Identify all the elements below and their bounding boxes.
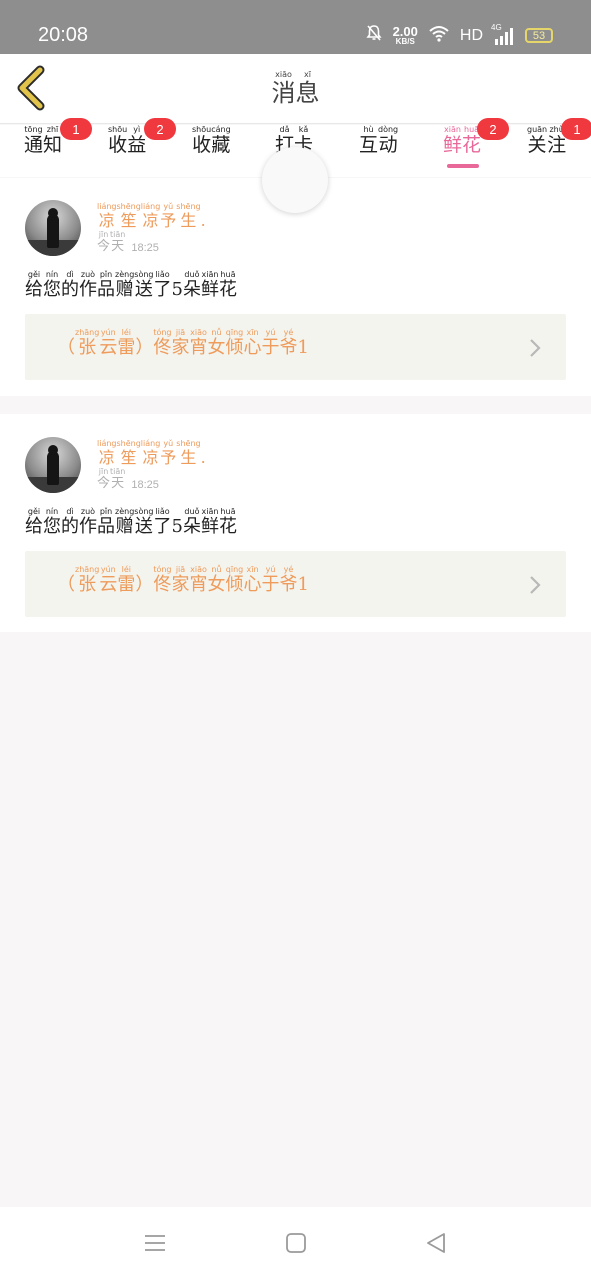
system-nav-bar bbox=[0, 1207, 591, 1280]
tab-badge: 2 bbox=[477, 118, 509, 140]
sender-name[interactable]: 凉liáng笙shēng凉liáng予yǔ生shēng. bbox=[97, 202, 206, 231]
tab-favorite[interactable]: 收shōu藏cáng bbox=[192, 125, 231, 177]
back-triangle-icon[interactable] bbox=[424, 1231, 448, 1255]
work-title: （ 张zhāng云yún雷léi） 佟tóng家jiā宵xiāo女nǚ倾qīng… bbox=[57, 328, 309, 359]
page-title-text: 消xiāo息xī bbox=[271, 70, 320, 108]
tab-follow[interactable]: 关guān注zhù 1 bbox=[527, 118, 591, 177]
message-text: 给gěi您nín的dì作zuò品pǐn赠zèng送sòng了liǎo5 朵duǒ… bbox=[25, 270, 237, 301]
message-time: 18:25 bbox=[131, 479, 159, 491]
avatar[interactable] bbox=[25, 437, 81, 493]
menu-icon[interactable] bbox=[143, 1231, 167, 1255]
floating-button[interactable] bbox=[262, 147, 328, 213]
tab-badge: 1 bbox=[561, 118, 591, 140]
tab-badge: 2 bbox=[144, 118, 176, 140]
home-square-icon[interactable] bbox=[284, 1231, 308, 1255]
tab-badge: 1 bbox=[60, 118, 92, 140]
tab-notice[interactable]: 通tōng知zhī 1 bbox=[24, 118, 92, 177]
battery-level: 53 bbox=[532, 29, 546, 42]
battery-icon: 53 bbox=[525, 28, 553, 43]
message-date: 今jīn天tiān bbox=[97, 467, 126, 492]
tab-income[interactable]: 收shōu益yì 2 bbox=[108, 118, 176, 177]
tab-label: 通tōng知zhī bbox=[24, 125, 63, 157]
page-header: 消xiāo息xī bbox=[0, 54, 591, 124]
sender-name[interactable]: 凉liáng笙shēng凉liáng予yǔ生shēng. bbox=[97, 439, 206, 468]
message-date: 今jīn天tiān bbox=[97, 230, 126, 255]
chevron-right-icon bbox=[530, 576, 541, 594]
message-datetime: 今jīn天tiān 18:25 bbox=[97, 230, 159, 255]
work-link[interactable]: （ 张zhāng云yún雷léi） 佟tóng家jiā宵xiāo女nǚ倾qīng… bbox=[25, 314, 566, 380]
tab-label: 收shōu藏cáng bbox=[192, 125, 231, 157]
network-type: 4G bbox=[491, 22, 502, 32]
hd-label: HD bbox=[459, 26, 483, 44]
list-item[interactable]: 凉liáng笙shēng凉liáng予yǔ生shēng. 今jīn天tiān 1… bbox=[0, 414, 591, 632]
page-title: 消xiāo息xī bbox=[0, 70, 591, 108]
wifi-icon bbox=[428, 24, 450, 47]
tab-label: 鲜xiān花huā bbox=[443, 125, 482, 157]
message-datetime: 今jīn天tiān 18:25 bbox=[97, 467, 159, 492]
status-bar: 20:08 2.00 KB/S HD 4G 53 bbox=[0, 0, 591, 54]
work-link[interactable]: （ 张zhāng云yún雷léi） 佟tóng家jiā宵xiāo女nǚ倾qīng… bbox=[25, 551, 566, 617]
signal-icon: 4G bbox=[491, 23, 515, 45]
work-title: （ 张zhāng云yún雷léi） 佟tóng家jiā宵xiāo女nǚ倾qīng… bbox=[57, 565, 309, 596]
tab-interact[interactable]: 互hù动dòng bbox=[359, 125, 398, 177]
status-icons: 2.00 KB/S HD 4G 53 bbox=[365, 23, 553, 47]
tab-label: 收shōu益yì bbox=[108, 125, 147, 157]
status-time: 20:08 bbox=[38, 24, 89, 46]
message-time: 18:25 bbox=[131, 242, 159, 254]
network-speed: 2.00 KB/S bbox=[393, 25, 418, 46]
tab-flower[interactable]: 鲜xiān花huā 2 bbox=[443, 118, 509, 177]
chevron-right-icon bbox=[530, 339, 541, 357]
bell-muted-icon bbox=[365, 24, 383, 47]
message-text: 给gěi您nín的dì作zuò品pǐn赠zèng送sòng了liǎo5 朵duǒ… bbox=[25, 507, 237, 538]
active-tab-indicator bbox=[447, 164, 479, 168]
tab-label: 互hù动dòng bbox=[359, 125, 399, 157]
speed-unit: KB/S bbox=[395, 37, 415, 46]
avatar[interactable] bbox=[25, 200, 81, 256]
